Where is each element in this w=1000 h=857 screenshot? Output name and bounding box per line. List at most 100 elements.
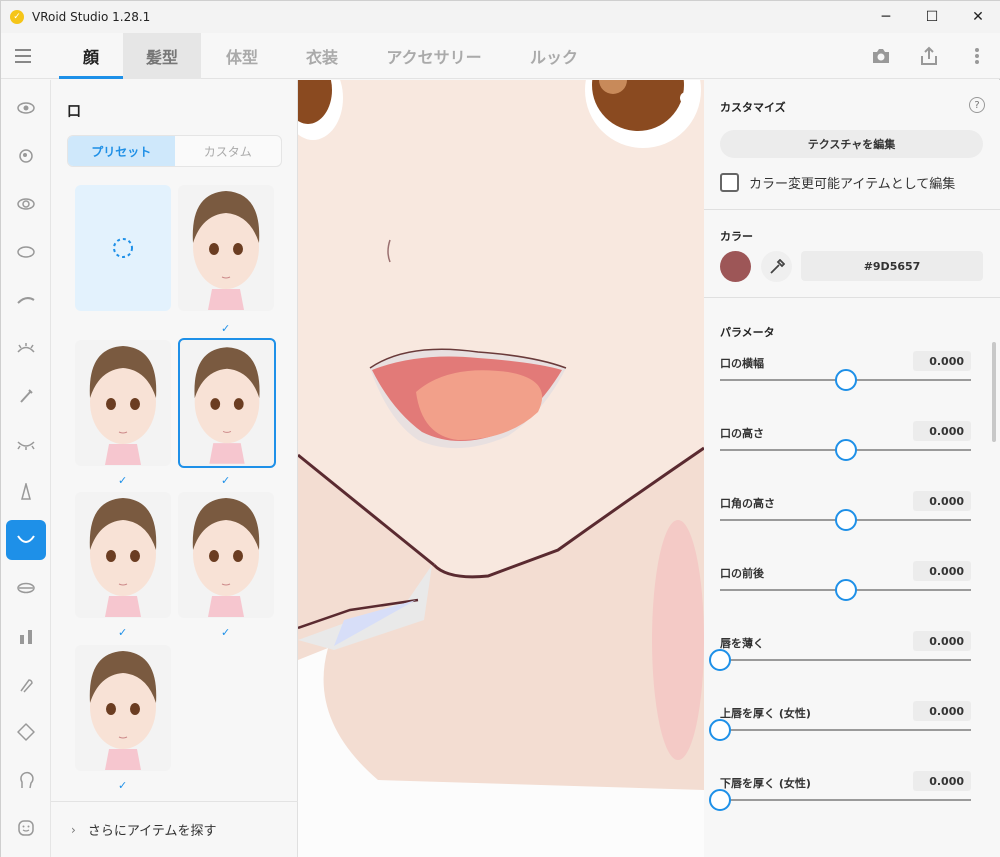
owned-check-icon: ✓ (118, 779, 128, 792)
head-icon[interactable] (6, 760, 46, 800)
parameter-row: 口角の高さ 0.000 (720, 491, 971, 551)
mouth-preset-panel: 口 プリセット カスタム ✓ ✓ ✓ ✓ ✓ ✓ › さらにアイテムを探す (51, 80, 298, 857)
customize-title: カスタマイズ (720, 101, 786, 114)
parameter-row: 上唇を厚く (女性) 0.000 (709, 701, 971, 761)
mouth-preset-tile[interactable] (178, 185, 274, 311)
app-window: ✓ VRoid Studio 1.28.1 ─ ☐ ✕ 顔 髪型 体型 衣装 ア… (0, 0, 1000, 857)
mouth-icon[interactable] (6, 520, 46, 560)
eye-highlight-icon[interactable] (6, 184, 46, 224)
preset-custom-toggle: プリセット カスタム (67, 135, 282, 167)
parameter-slider-thumb[interactable] (834, 439, 857, 461)
nose-icon[interactable] (6, 472, 46, 512)
eyelid-icon[interactable] (6, 424, 46, 464)
camera-icon[interactable] (857, 33, 905, 79)
eyelash-icon[interactable] (6, 328, 46, 368)
parameter-value-input[interactable]: 0.000 (913, 491, 971, 511)
export-icon[interactable] (905, 33, 953, 79)
avatar-thumbnail (192, 191, 260, 310)
help-icon[interactable]: ? (969, 97, 985, 113)
eyeliner-icon[interactable] (6, 376, 46, 416)
parameter-row: 下唇を厚く (女性) 0.000 (709, 771, 971, 831)
owned-check-icon: ✓ (221, 474, 231, 487)
lipstick-icon[interactable] (6, 616, 46, 656)
parameter-slider-thumb[interactable] (709, 719, 731, 741)
tab-accessory[interactable]: アクセサリー (369, 33, 499, 79)
tab-look[interactable]: ルック (511, 33, 597, 79)
color-editable-checkbox[interactable] (720, 173, 739, 192)
owned-check-icon: ✓ (118, 626, 128, 639)
mouth-preset-tile[interactable] (75, 340, 171, 466)
color-swatch[interactable] (720, 251, 751, 282)
maximize-button[interactable]: ☐ (909, 1, 955, 33)
panel-title: 口 (67, 104, 81, 120)
chevron-right-icon: › (71, 822, 76, 837)
parameter-label: 唇を薄く (720, 637, 764, 650)
eyedropper-icon[interactable] (761, 251, 792, 282)
avatar-thumbnail (89, 346, 157, 465)
title-bar: ✓ VRoid Studio 1.28.1 ─ ☐ ✕ (1, 1, 1000, 33)
tab-face[interactable]: 顔 (59, 33, 123, 79)
owned-check-icon: ✓ (118, 474, 128, 487)
vroid-logo-icon: ✓ (10, 10, 24, 24)
hamburger-menu-icon[interactable] (15, 45, 37, 67)
parameter-slider-thumb[interactable] (834, 579, 857, 601)
window-title: VRoid Studio 1.28.1 (32, 10, 151, 24)
mouth-preset-tile-selected[interactable] (178, 338, 276, 468)
no-item-icon (113, 238, 133, 258)
mouth-preset-tile[interactable] (178, 492, 274, 618)
parameter-value-input[interactable]: 0.000 (913, 561, 971, 581)
avatar-thumbnail (192, 498, 260, 617)
parameter-value-input[interactable]: 0.000 (913, 421, 971, 441)
iris-icon[interactable] (6, 136, 46, 176)
parameter-row: 唇を薄く 0.000 (709, 631, 971, 691)
panel-scrollbar[interactable] (992, 342, 996, 442)
face-contour-icon[interactable] (6, 712, 46, 752)
mouth-preset-tile[interactable] (75, 645, 171, 771)
section-divider (704, 297, 1000, 298)
eye-icon[interactable] (6, 88, 46, 128)
face-parts-rail (1, 80, 51, 857)
preset-none-tile[interactable] (75, 185, 171, 311)
parameter-label: 口の高さ (720, 427, 764, 440)
parameter-label: 上唇を厚く (女性) (720, 707, 811, 720)
teeth-icon[interactable] (6, 568, 46, 608)
parameter-slider-track[interactable] (720, 799, 971, 801)
preset-tab[interactable]: プリセット (68, 136, 175, 166)
parameter-row: 口の横幅 0.000 (720, 351, 971, 411)
tab-outfit[interactable]: 衣装 (283, 33, 361, 79)
parameter-value-input[interactable]: 0.000 (913, 771, 971, 791)
eye-white-icon[interactable] (6, 232, 46, 272)
parameter-slider-track[interactable] (720, 729, 971, 731)
parameter-value-input[interactable]: 0.000 (913, 351, 971, 371)
customize-panel: カスタマイズ ? テクスチャを編集 カラー変更可能アイテムとして編集 カラー #… (704, 80, 1000, 857)
color-hex-input[interactable]: #9D5657 (801, 251, 983, 281)
face-icon[interactable] (6, 808, 46, 848)
3d-viewport[interactable] (298, 80, 704, 857)
find-more-items-link[interactable]: › さらにアイテムを探す (51, 801, 298, 857)
mouth-preset-tile[interactable] (75, 492, 171, 618)
minimize-button[interactable]: ─ (863, 1, 909, 33)
more-vertical-icon[interactable] (953, 33, 1000, 79)
color-editable-option[interactable]: カラー変更可能アイテムとして編集 (720, 173, 955, 192)
ear-icon[interactable] (6, 664, 46, 704)
parameter-slider-track[interactable] (720, 659, 971, 661)
custom-tab[interactable]: カスタム (175, 136, 282, 166)
tab-body[interactable]: 体型 (201, 33, 283, 79)
edit-texture-button[interactable]: テクスチャを編集 (720, 130, 983, 158)
avatar-thumbnail (89, 498, 157, 617)
tab-hairstyle[interactable]: 髪型 (123, 33, 201, 79)
main-tab-bar: 顔 髪型 体型 衣装 アクセサリー ルック (1, 33, 1000, 79)
eyebrow-icon[interactable] (6, 280, 46, 320)
parameter-label: 口角の高さ (720, 497, 775, 510)
parameter-value-input[interactable]: 0.000 (913, 631, 971, 651)
parameter-slider-thumb[interactable] (709, 649, 731, 671)
parameters-title: パラメータ (720, 326, 775, 339)
parameter-slider-thumb[interactable] (834, 509, 857, 531)
close-button[interactable]: ✕ (955, 1, 1000, 33)
parameter-slider-thumb[interactable] (834, 369, 857, 391)
avatar-closeup-render (298, 80, 704, 857)
parameter-value-input[interactable]: 0.000 (913, 701, 971, 721)
owned-check-icon: ✓ (221, 322, 231, 335)
parameter-row: 口の前後 0.000 (720, 561, 971, 621)
parameter-slider-thumb[interactable] (709, 789, 731, 811)
